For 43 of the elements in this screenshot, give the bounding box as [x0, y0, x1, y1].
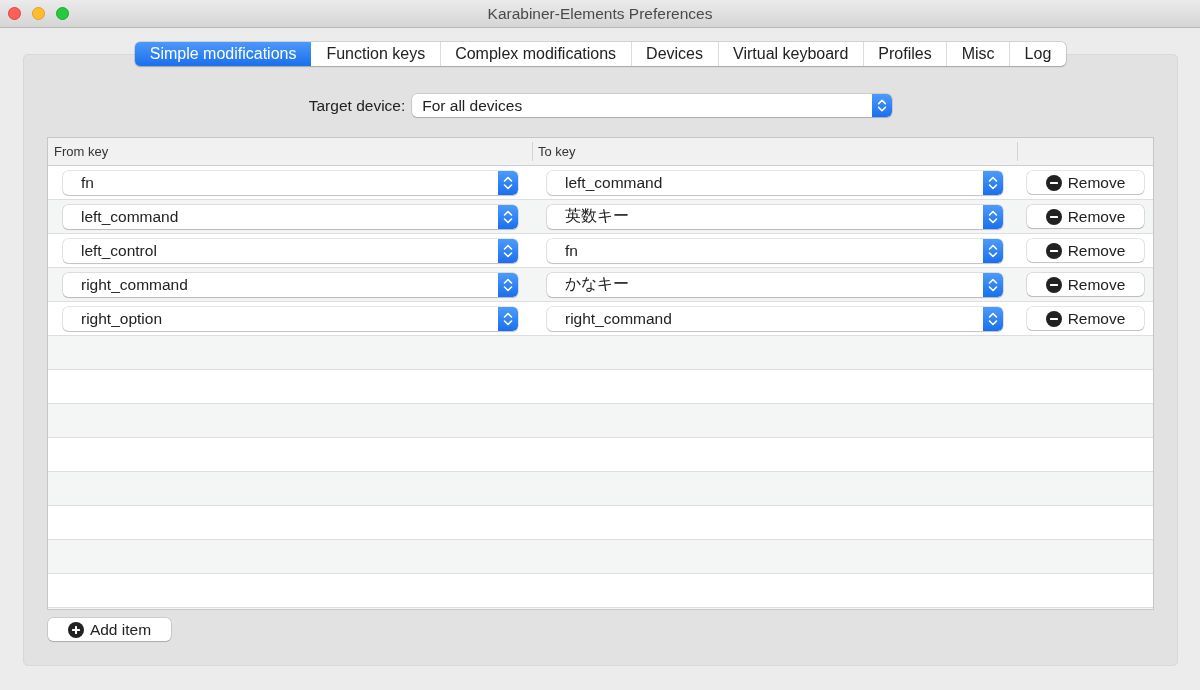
up-down-chevron-icon [498, 306, 518, 331]
minus-circle-icon [1045, 242, 1062, 259]
remove-button[interactable]: Remove [1027, 171, 1144, 194]
from-key-dropdown[interactable]: left_control [63, 238, 518, 263]
close-icon[interactable] [8, 7, 21, 20]
to-key-dropdown[interactable]: fn [547, 238, 1003, 263]
up-down-chevron-icon [983, 170, 1003, 195]
remove-button[interactable]: Remove [1027, 205, 1144, 228]
remove-button[interactable]: Remove [1027, 239, 1144, 262]
target-device-label: Target device: [308, 96, 406, 115]
from-key-dropdown[interactable]: left_command [63, 204, 518, 229]
remove-button[interactable]: Remove [1027, 273, 1144, 296]
to-key-dropdown[interactable]: 英数キー [547, 204, 1003, 229]
minus-circle-icon [1045, 310, 1062, 327]
target-device-dropdown[interactable]: For all devices [412, 94, 893, 117]
up-down-chevron-icon [498, 238, 518, 263]
to-key-dropdown[interactable]: かなキー [547, 272, 1003, 297]
zoom-icon[interactable] [56, 7, 69, 20]
from-key-dropdown[interactable]: right_option [63, 306, 518, 331]
up-down-chevron-icon [983, 306, 1003, 331]
column-header: From key [53, 144, 109, 159]
up-down-chevron-icon [983, 204, 1003, 229]
window-title: Karabiner-Elements Preferences [487, 4, 713, 23]
to-key-dropdown[interactable]: left_command [547, 170, 1003, 195]
up-down-chevron-icon [872, 94, 893, 117]
up-down-chevron-icon [498, 204, 518, 229]
plus-circle-icon [67, 621, 84, 638]
minus-circle-icon [1045, 276, 1062, 293]
remove-button[interactable]: Remove [1027, 307, 1144, 330]
tab[interactable]: Function keys [310, 42, 440, 66]
minus-circle-icon [1045, 208, 1062, 225]
from-key-dropdown[interactable]: right_command [63, 272, 518, 297]
from-key-dropdown[interactable]: fn [63, 170, 518, 195]
up-down-chevron-icon [498, 170, 518, 195]
add-item-button[interactable]: Add item [48, 618, 171, 641]
up-down-chevron-icon [983, 238, 1003, 263]
to-key-dropdown[interactable]: right_command [547, 306, 1003, 331]
tab[interactable]: Simple modifications [135, 42, 311, 66]
up-down-chevron-icon [498, 272, 518, 297]
minus-circle-icon [1045, 174, 1062, 191]
column-header: To key [537, 144, 576, 159]
minimize-icon[interactable] [32, 7, 45, 20]
up-down-chevron-icon [983, 272, 1003, 297]
